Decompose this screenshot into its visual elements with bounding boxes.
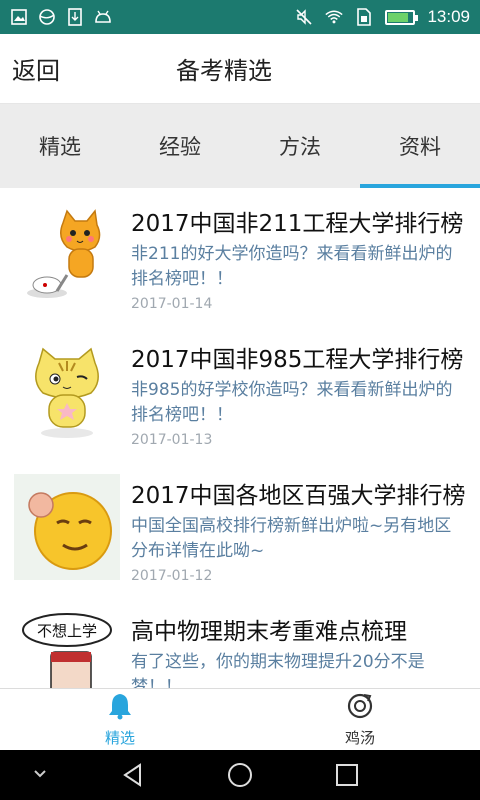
page-title: 备考精选 [176, 57, 272, 85]
back-triangle-icon[interactable] [120, 762, 146, 788]
thumb-speech-text: 不想上学 [37, 622, 97, 640]
tab-experience[interactable]: 经验 [120, 104, 240, 188]
image-icon [10, 8, 28, 26]
refresh-icon [345, 691, 375, 725]
article-summary: 非211的好大学你造吗？来看看新鲜出炉的排名榜吧！！ [131, 244, 453, 289]
tab-methods[interactable]: 方法 [240, 104, 360, 188]
mute-icon [295, 8, 313, 26]
article-summary: 中国全国高校排行榜新鲜出炉啦~另有地区分布详情在此呦~ [131, 516, 452, 561]
article-item[interactable]: 2017中国各地区百强大学排行榜 中国全国高校排行榜新鲜出炉啦~另有地区分布详情… [0, 460, 480, 596]
article-summary: 有了这些，你的期末物理提升20分不是梦！！ [131, 652, 425, 688]
battery-icon [385, 9, 419, 25]
android-icon [94, 8, 112, 26]
nav-featured-label: 精选 [104, 729, 135, 747]
recents-square-icon[interactable] [335, 763, 359, 787]
article-title: 高中物理期末考重难点梳理 [131, 619, 407, 645]
header-bar: 返回 备考精选 [0, 34, 480, 104]
article-item[interactable]: 不想上学 高中物理期末考重难点梳理 有了这些，你的期末物理提升20分不是梦！！ [0, 596, 480, 688]
chevron-down-icon[interactable] [32, 766, 48, 782]
system-nav-bar [0, 750, 480, 800]
bell-icon [105, 691, 135, 725]
article-item[interactable]: 2017中国非211工程大学排行榜 非211的好大学你造吗？来看看新鲜出炉的排名… [0, 188, 480, 324]
tab-featured[interactable]: 精选 [0, 104, 120, 188]
nav-featured[interactable]: 精选 [0, 689, 240, 750]
tab-materials[interactable]: 资料 [360, 104, 480, 188]
article-list: 2017中国非211工程大学排行榜 非211的好大学你造吗？来看看新鲜出炉的排名… [0, 188, 480, 688]
back-button[interactable]: 返回 [12, 51, 60, 86]
status-bar: 13:09 [0, 0, 480, 34]
wifi-icon [325, 8, 344, 26]
smiley-emoji-icon [14, 474, 120, 580]
category-tabs: 精选 经验 方法 资料 [0, 104, 480, 188]
article-summary: 非985的好学校你造吗？来看看新鲜出炉的排名榜吧！！ [131, 380, 453, 425]
bottom-nav: 精选 鸡汤 [0, 688, 480, 750]
article-title: 2017中国非211工程大学排行榜 [131, 211, 464, 237]
nav-soup[interactable]: 鸡汤 [240, 689, 480, 750]
not-want-school-icon: 不想上学 [14, 610, 120, 688]
planet-icon [38, 8, 56, 26]
download-icon [66, 8, 84, 26]
home-circle-icon[interactable] [227, 762, 253, 788]
sim-icon [355, 8, 373, 26]
article-date: 2017-01-13 [131, 432, 213, 448]
article-title: 2017中国各地区百强大学排行榜 [131, 483, 466, 509]
article-date: 2017-01-12 [131, 568, 213, 584]
article-date: 2017-01-14 [131, 296, 213, 312]
orange-cat-icon [14, 202, 120, 308]
article-item[interactable]: 2017中国非985工程大学排行榜 非985的好学校你造吗？来看看新鲜出炉的排名… [0, 324, 480, 460]
status-time: 13:09 [427, 7, 470, 26]
article-title: 2017中国非985工程大学排行榜 [131, 347, 464, 373]
nav-soup-label: 鸡汤 [344, 729, 375, 747]
yellow-cat-icon [14, 338, 120, 444]
